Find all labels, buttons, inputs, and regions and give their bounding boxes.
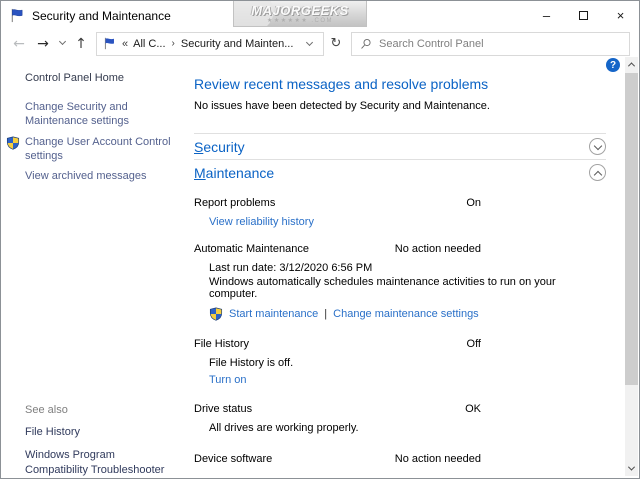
chevron-up-icon	[628, 62, 635, 69]
last-run-date-text: Last run date: 3/12/2020 6:56 PM	[209, 262, 606, 274]
chevron-down-icon	[58, 38, 65, 45]
breadcrumb-separator-icon: ›	[172, 38, 175, 49]
maximize-icon	[579, 11, 588, 20]
row-status: No action needed	[194, 453, 481, 465]
breadcrumb-flag-icon	[103, 37, 116, 50]
watermark-text: MAJORGEEKS	[251, 4, 348, 17]
back-icon: ←	[13, 36, 25, 52]
drive-status-detail: All drives are working properly.	[209, 422, 606, 434]
close-button[interactable]: ×	[602, 1, 639, 30]
recent-pages-dropdown[interactable]	[55, 32, 69, 56]
uac-shield-icon	[6, 136, 20, 150]
sidebar: Control Panel Home Change Security and M…	[1, 57, 181, 478]
minimize-icon: –	[543, 8, 550, 23]
maintenance-action-links: Start maintenance | Change maintenance s…	[209, 307, 606, 321]
scroll-up-button[interactable]	[625, 57, 638, 72]
page-title: Review recent messages and resolve probl…	[194, 76, 606, 92]
view-reliability-history-link[interactable]: View reliability history	[209, 216, 314, 228]
window-title: Security and Maintenance	[32, 9, 171, 23]
sidebar-task-list: Change Security and Maintenance settings…	[1, 100, 181, 183]
breadcrumb-item-current[interactable]: Security and Mainten...	[181, 38, 294, 50]
link-separator: |	[324, 308, 327, 320]
search-box	[351, 32, 630, 56]
see-also-header: See also	[25, 404, 177, 416]
file-history-row: File History Off	[194, 338, 606, 352]
automatic-maintenance-row: Automatic Maintenance No action needed	[194, 243, 606, 257]
chevron-down-icon	[305, 38, 312, 45]
turn-on-link[interactable]: Turn on	[209, 374, 247, 386]
scroll-down-button[interactable]	[625, 461, 638, 476]
refresh-button[interactable]: ↻	[324, 32, 348, 56]
forward-button[interactable]: →	[31, 32, 55, 56]
navigation-toolbar: ← → ↑ « All C... › Security and Mainten.…	[1, 30, 639, 57]
refresh-icon: ↻	[331, 36, 342, 51]
section-maintenance-title[interactable]: Maintenance	[194, 165, 274, 181]
maximize-button[interactable]	[565, 1, 602, 30]
row-status: On	[194, 197, 481, 209]
help-icon: ?	[610, 60, 616, 71]
uac-shield-icon	[209, 307, 223, 321]
sidebar-item-change-uac-settings[interactable]: Change User Account Control settings	[1, 135, 177, 164]
window-controls: – ×	[528, 1, 639, 30]
sidebar-item-compatibility-troubleshooter[interactable]: Windows Program Compatibility Troublesho…	[25, 448, 177, 477]
help-button[interactable]: ?	[606, 58, 620, 72]
up-button[interactable]: ↑	[69, 32, 93, 56]
file-history-detail: File History is off.	[209, 357, 606, 369]
majorgeeks-watermark: MAJORGEEKS ★★★★★★ .COM	[233, 1, 367, 27]
sidebar-item-change-security-settings[interactable]: Change Security and Maintenance settings	[1, 100, 177, 129]
search-icon	[360, 38, 372, 50]
file-history-links: Turn on	[209, 374, 606, 386]
scrollbar-thumb[interactable]	[625, 73, 638, 385]
search-input[interactable]	[379, 38, 621, 50]
sidebar-item-control-panel-home[interactable]: Control Panel Home	[25, 72, 181, 84]
maintenance-details: Report problems On View reliability hist…	[194, 197, 606, 467]
sidebar-item-view-archived-messages[interactable]: View archived messages	[1, 169, 177, 183]
main-pane: Review recent messages and resolve probl…	[181, 57, 626, 478]
device-software-row: Device software No action needed	[194, 453, 606, 467]
up-icon: ↑	[75, 36, 87, 52]
breadcrumb-overflow-chevron[interactable]: «	[122, 38, 128, 50]
report-problems-links: View reliability history	[209, 216, 606, 228]
chevron-down-icon	[628, 464, 635, 471]
report-problems-row: Report problems On	[194, 197, 606, 211]
start-maintenance-link[interactable]: Start maintenance	[229, 308, 318, 320]
change-maintenance-settings-link[interactable]: Change maintenance settings	[333, 308, 479, 320]
minimize-button[interactable]: –	[528, 1, 565, 30]
drive-status-row: Drive status OK	[194, 403, 606, 417]
section-security: Security	[194, 134, 606, 159]
watermark-subtext: ★★★★★★ .COM	[267, 18, 333, 24]
back-button[interactable]: ←	[7, 32, 31, 56]
security-flag-icon	[9, 8, 25, 23]
window-body: Control Panel Home Change Security and M…	[1, 57, 626, 478]
section-maintenance: Maintenance	[194, 160, 606, 185]
title-bar: Security and Maintenance MAJORGEEKS ★★★★…	[1, 1, 639, 30]
maintenance-collapse-button[interactable]	[589, 164, 606, 181]
see-also-group: See also File History Windows Program Co…	[25, 404, 177, 479]
row-status: OK	[194, 403, 481, 415]
breadcrumb-item-all-cp[interactable]: All C...	[133, 38, 165, 50]
address-bar[interactable]: « All C... › Security and Mainten...	[96, 32, 324, 56]
section-security-title[interactable]: Security	[194, 139, 245, 155]
security-and-maintenance-window: Security and Maintenance MAJORGEEKS ★★★★…	[0, 0, 640, 479]
address-dropdown-button[interactable]	[301, 33, 317, 55]
forward-icon: →	[37, 36, 49, 52]
auto-maintenance-description: Windows automatically schedules maintena…	[209, 276, 606, 300]
vertical-scrollbar[interactable]	[625, 57, 638, 476]
sidebar-item-file-history[interactable]: File History	[25, 425, 177, 439]
row-status: No action needed	[194, 243, 481, 255]
close-icon: ×	[617, 8, 625, 23]
sidebar-item-label: Change User Account Control settings	[25, 136, 171, 162]
security-expand-button[interactable]	[589, 138, 606, 155]
row-status: Off	[194, 338, 481, 350]
status-message: No issues have been detected by Security…	[194, 100, 606, 112]
